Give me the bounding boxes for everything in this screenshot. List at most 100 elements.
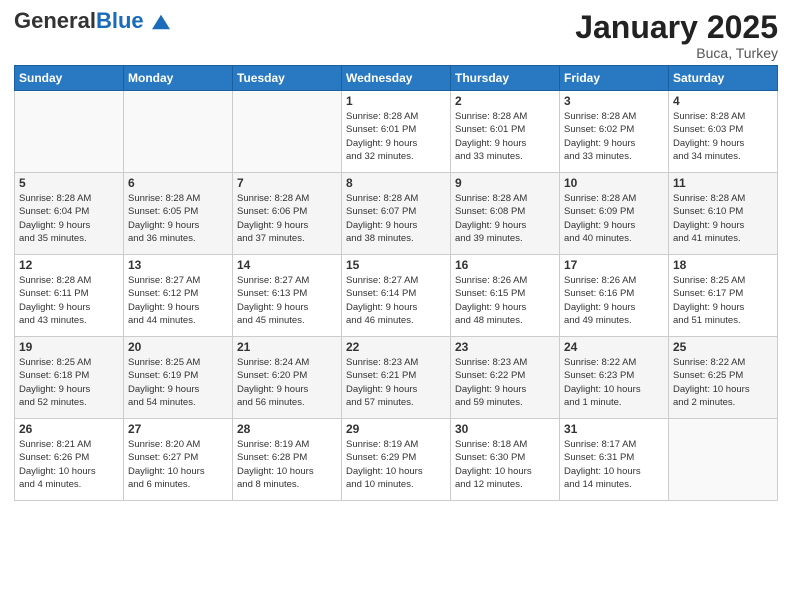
day-number: 29 bbox=[346, 422, 446, 436]
day-info: Sunrise: 8:27 AMSunset: 6:13 PMDaylight:… bbox=[237, 274, 337, 327]
col-saturday: Saturday bbox=[669, 66, 778, 91]
day-number: 6 bbox=[128, 176, 228, 190]
day-number: 8 bbox=[346, 176, 446, 190]
day-number: 15 bbox=[346, 258, 446, 272]
col-monday: Monday bbox=[124, 66, 233, 91]
day-info: Sunrise: 8:18 AMSunset: 6:30 PMDaylight:… bbox=[455, 438, 555, 491]
day-number: 9 bbox=[455, 176, 555, 190]
day-number: 13 bbox=[128, 258, 228, 272]
day-number: 18 bbox=[673, 258, 773, 272]
calendar-cell: 19 Sunrise: 8:25 AMSunset: 6:18 PMDayligh… bbox=[15, 337, 124, 419]
calendar-cell: 20 Sunrise: 8:25 AMSunset: 6:19 PMDayligh… bbox=[124, 337, 233, 419]
col-friday: Friday bbox=[560, 66, 669, 91]
calendar-cell: 24 Sunrise: 8:22 AMSunset: 6:23 PMDayligh… bbox=[560, 337, 669, 419]
calendar-cell: 5 Sunrise: 8:28 AMSunset: 6:04 PMDaylight… bbox=[15, 173, 124, 255]
calendar-body: 1 Sunrise: 8:28 AMSunset: 6:01 PMDaylight… bbox=[15, 91, 778, 501]
calendar-cell: 16 Sunrise: 8:26 AMSunset: 6:15 PMDayligh… bbox=[451, 255, 560, 337]
day-info: Sunrise: 8:26 AMSunset: 6:16 PMDaylight:… bbox=[564, 274, 664, 327]
day-number: 2 bbox=[455, 94, 555, 108]
day-info: Sunrise: 8:27 AMSunset: 6:12 PMDaylight:… bbox=[128, 274, 228, 327]
logo-general: General bbox=[14, 8, 96, 33]
calendar-cell: 28 Sunrise: 8:19 AMSunset: 6:28 PMDayligh… bbox=[233, 419, 342, 501]
header: GeneralBlue January 2025 Buca, Turkey bbox=[14, 10, 778, 61]
day-info: Sunrise: 8:20 AMSunset: 6:27 PMDaylight:… bbox=[128, 438, 228, 491]
day-number: 20 bbox=[128, 340, 228, 354]
calendar-cell bbox=[233, 91, 342, 173]
day-number: 28 bbox=[237, 422, 337, 436]
day-info: Sunrise: 8:28 AMSunset: 6:10 PMDaylight:… bbox=[673, 192, 773, 245]
day-number: 30 bbox=[455, 422, 555, 436]
calendar-cell: 15Sunrise: 8:27 AMSunset: 6:14 PMDayligh… bbox=[342, 255, 451, 337]
calendar-week-3: 12Sunrise: 8:28 AMSunset: 6:11 PMDayligh… bbox=[15, 255, 778, 337]
day-info: Sunrise: 8:24 AMSunset: 6:20 PMDaylight:… bbox=[237, 356, 337, 409]
day-number: 1 bbox=[346, 94, 446, 108]
day-info: Sunrise: 8:25 AMSunset: 6:18 PMDaylight:… bbox=[19, 356, 119, 409]
calendar-cell: 17Sunrise: 8:26 AMSunset: 6:16 PMDayligh… bbox=[560, 255, 669, 337]
calendar-cell: 21 Sunrise: 8:24 AMSunset: 6:20 PMDayligh… bbox=[233, 337, 342, 419]
calendar-cell: 4Sunrise: 8:28 AMSunset: 6:03 PMDaylight… bbox=[669, 91, 778, 173]
day-number: 7 bbox=[237, 176, 337, 190]
day-info: Sunrise: 8:23 AMSunset: 6:21 PMDaylight:… bbox=[346, 356, 446, 409]
calendar-cell: 30 Sunrise: 8:18 AMSunset: 6:30 PMDayligh… bbox=[451, 419, 560, 501]
day-info: Sunrise: 8:22 AMSunset: 6:23 PMDaylight:… bbox=[564, 356, 664, 409]
calendar-week-4: 19 Sunrise: 8:25 AMSunset: 6:18 PMDayligh… bbox=[15, 337, 778, 419]
day-info: Sunrise: 8:25 AMSunset: 6:19 PMDaylight:… bbox=[128, 356, 228, 409]
day-info: Sunrise: 8:28 AMSunset: 6:03 PMDaylight:… bbox=[673, 110, 773, 163]
day-info: Sunrise: 8:25 AMSunset: 6:17 PMDaylight:… bbox=[673, 274, 773, 327]
calendar-cell bbox=[669, 419, 778, 501]
calendar-cell: 8 Sunrise: 8:28 AMSunset: 6:07 PMDaylight… bbox=[342, 173, 451, 255]
calendar-week-1: 1 Sunrise: 8:28 AMSunset: 6:01 PMDaylight… bbox=[15, 91, 778, 173]
col-thursday: Thursday bbox=[451, 66, 560, 91]
calendar-week-2: 5 Sunrise: 8:28 AMSunset: 6:04 PMDaylight… bbox=[15, 173, 778, 255]
calendar-cell: 22 Sunrise: 8:23 AMSunset: 6:21 PMDayligh… bbox=[342, 337, 451, 419]
day-info: Sunrise: 8:19 AMSunset: 6:28 PMDaylight:… bbox=[237, 438, 337, 491]
day-info: Sunrise: 8:28 AMSunset: 6:04 PMDaylight:… bbox=[19, 192, 119, 245]
calendar-cell: 25 Sunrise: 8:22 AMSunset: 6:25 PMDayligh… bbox=[669, 337, 778, 419]
day-number: 16 bbox=[455, 258, 555, 272]
logo: GeneralBlue bbox=[14, 10, 170, 32]
day-number: 22 bbox=[346, 340, 446, 354]
calendar-cell bbox=[15, 91, 124, 173]
logo-icon bbox=[152, 13, 170, 31]
logo-text: GeneralBlue bbox=[14, 10, 170, 32]
day-number: 25 bbox=[673, 340, 773, 354]
calendar-cell: 2Sunrise: 8:28 AMSunset: 6:01 PMDaylight… bbox=[451, 91, 560, 173]
day-info: Sunrise: 8:28 AMSunset: 6:09 PMDaylight:… bbox=[564, 192, 664, 245]
day-info: Sunrise: 8:28 AMSunset: 6:02 PMDaylight:… bbox=[564, 110, 664, 163]
calendar-table: Sunday Monday Tuesday Wednesday Thursday… bbox=[14, 65, 778, 501]
day-number: 23 bbox=[455, 340, 555, 354]
calendar-cell: 1 Sunrise: 8:28 AMSunset: 6:01 PMDaylight… bbox=[342, 91, 451, 173]
day-number: 21 bbox=[237, 340, 337, 354]
calendar-cell bbox=[124, 91, 233, 173]
day-info: Sunrise: 8:28 AMSunset: 6:06 PMDaylight:… bbox=[237, 192, 337, 245]
day-number: 24 bbox=[564, 340, 664, 354]
calendar-cell: 31 Sunrise: 8:17 AMSunset: 6:31 PMDayligh… bbox=[560, 419, 669, 501]
calendar-cell: 9Sunrise: 8:28 AMSunset: 6:08 PMDaylight… bbox=[451, 173, 560, 255]
day-info: Sunrise: 8:17 AMSunset: 6:31 PMDaylight:… bbox=[564, 438, 664, 491]
calendar-subtitle: Buca, Turkey bbox=[575, 45, 778, 61]
day-info: Sunrise: 8:22 AMSunset: 6:25 PMDaylight:… bbox=[673, 356, 773, 409]
calendar-title: January 2025 bbox=[575, 10, 778, 45]
day-number: 3 bbox=[564, 94, 664, 108]
calendar-cell: 13 Sunrise: 8:27 AMSunset: 6:12 PMDayligh… bbox=[124, 255, 233, 337]
calendar-cell: 7 Sunrise: 8:28 AMSunset: 6:06 PMDaylight… bbox=[233, 173, 342, 255]
day-info: Sunrise: 8:28 AMSunset: 6:05 PMDaylight:… bbox=[128, 192, 228, 245]
day-info: Sunrise: 8:26 AMSunset: 6:15 PMDaylight:… bbox=[455, 274, 555, 327]
day-number: 27 bbox=[128, 422, 228, 436]
day-number: 26 bbox=[19, 422, 119, 436]
day-number: 5 bbox=[19, 176, 119, 190]
calendar-cell: 10 Sunrise: 8:28 AMSunset: 6:09 PMDayligh… bbox=[560, 173, 669, 255]
col-wednesday: Wednesday bbox=[342, 66, 451, 91]
calendar-cell: 27 Sunrise: 8:20 AMSunset: 6:27 PMDayligh… bbox=[124, 419, 233, 501]
calendar-cell: 3 Sunrise: 8:28 AMSunset: 6:02 PMDaylight… bbox=[560, 91, 669, 173]
calendar-cell: 14 Sunrise: 8:27 AMSunset: 6:13 PMDayligh… bbox=[233, 255, 342, 337]
day-number: 14 bbox=[237, 258, 337, 272]
day-info: Sunrise: 8:28 AMSunset: 6:07 PMDaylight:… bbox=[346, 192, 446, 245]
day-number: 31 bbox=[564, 422, 664, 436]
day-info: Sunrise: 8:28 AMSunset: 6:01 PMDaylight:… bbox=[346, 110, 446, 163]
title-block: January 2025 Buca, Turkey bbox=[575, 10, 778, 61]
calendar-cell: 29 Sunrise: 8:19 AMSunset: 6:29 PMDayligh… bbox=[342, 419, 451, 501]
day-number: 19 bbox=[19, 340, 119, 354]
day-number: 10 bbox=[564, 176, 664, 190]
day-info: Sunrise: 8:19 AMSunset: 6:29 PMDaylight:… bbox=[346, 438, 446, 491]
